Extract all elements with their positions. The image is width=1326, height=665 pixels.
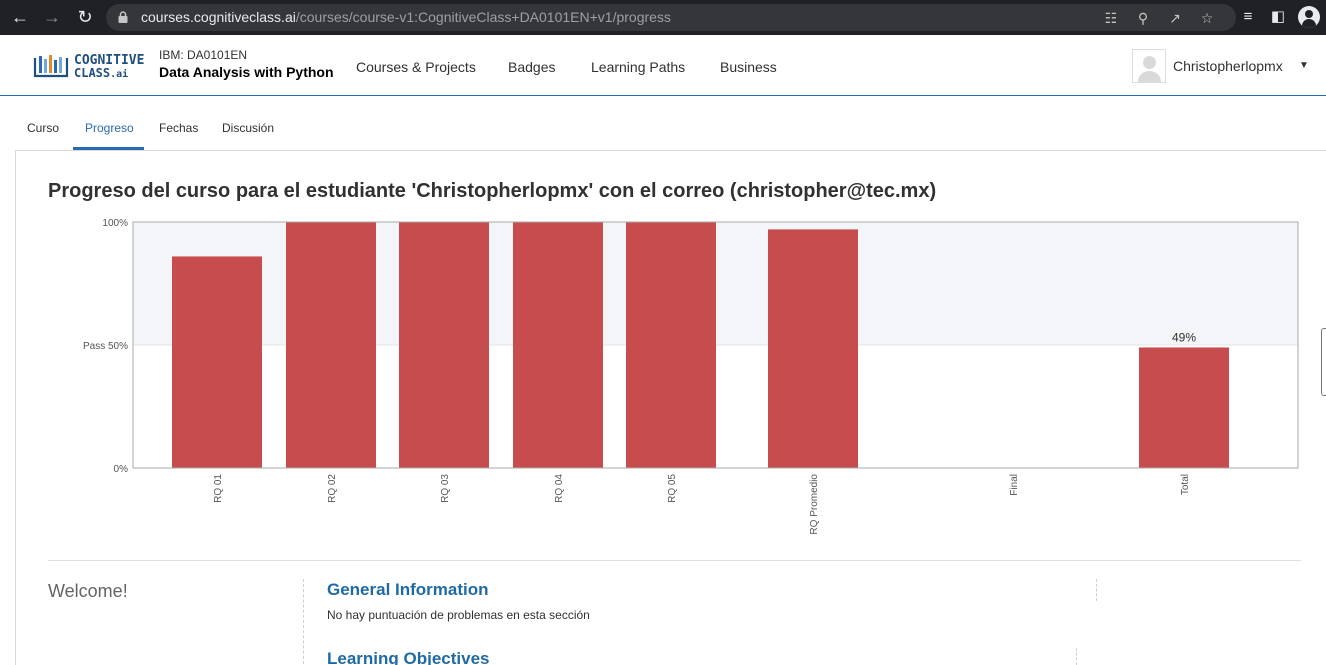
- chapter-separator: [303, 579, 304, 665]
- section-score-note: No hay puntuación de problemas en esta s…: [327, 608, 590, 622]
- course-tabs: Curso Progreso Fechas Discusión: [0, 97, 1326, 150]
- x-tick-label: RQ 03: [440, 474, 451, 503]
- forward-icon[interactable]: →: [41, 6, 63, 28]
- tab-curso[interactable]: Curso: [27, 121, 59, 135]
- nav-business[interactable]: Business: [720, 59, 777, 75]
- tab-fechas[interactable]: Fechas: [159, 121, 198, 135]
- logo-text-suffix: .ai: [110, 69, 129, 80]
- x-tick-label: Total: [1180, 474, 1191, 495]
- bookmark-star-icon[interactable]: ☆: [1198, 9, 1216, 27]
- reading-list-icon[interactable]: ≡: [1237, 6, 1259, 28]
- x-tick-label: RQ Promedio: [809, 474, 820, 535]
- side-panel-icon[interactable]: ◧: [1267, 6, 1289, 28]
- bar-rq-01: [172, 256, 262, 468]
- y-tick-label: 100%: [102, 218, 128, 229]
- profile-icon[interactable]: [1298, 6, 1320, 28]
- section-title-general-information[interactable]: General Information: [327, 580, 489, 600]
- data-label-total: 49%: [1172, 330, 1196, 344]
- course-title: Data Analysis with Python: [159, 64, 334, 80]
- username[interactable]: Christopherlopmx: [1173, 58, 1283, 74]
- site-header: COGNITIVE CLASS.ai IBM: DA0101EN Data An…: [0, 35, 1326, 96]
- x-tick-label: Final: [1009, 474, 1020, 496]
- address-bar[interactable]: courses.cognitiveclass.ai/courses/course…: [106, 4, 1236, 31]
- bar-rq-02: [286, 222, 376, 468]
- x-tick-label: RQ 05: [667, 474, 678, 503]
- section-divider: [48, 560, 1301, 561]
- x-tick-label: RQ 01: [213, 474, 224, 503]
- section-title-learning-objectives[interactable]: Learning Objectives: [327, 649, 490, 665]
- nav-learning-paths[interactable]: Learning Paths: [591, 59, 685, 75]
- bar-rq-03: [399, 222, 489, 468]
- url-text: courses.cognitiveclass.ai/courses/course…: [141, 4, 671, 31]
- y-tick-label: Pass 50%: [83, 341, 128, 352]
- nav-courses-projects[interactable]: Courses & Projects: [356, 59, 476, 75]
- bar-rq-05: [626, 222, 716, 468]
- share-icon[interactable]: ↗: [1166, 9, 1184, 27]
- tab-progreso[interactable]: Progreso: [85, 121, 134, 135]
- user-avatar[interactable]: [1132, 49, 1166, 83]
- reload-icon[interactable]: ↻: [74, 6, 96, 28]
- bar-total: [1139, 347, 1229, 468]
- chapter-name: Welcome!: [48, 581, 128, 601]
- logo-text-line2: CLASS.ai: [74, 66, 128, 80]
- logo-mark-icon: [33, 55, 69, 78]
- page-scrollbar-edge[interactable]: [1321, 328, 1326, 396]
- x-tick-label: RQ 02: [327, 474, 338, 503]
- lock-icon: [118, 11, 128, 23]
- course-org: IBM: DA0101EN: [159, 48, 248, 62]
- translate-icon[interactable]: ☷: [1102, 9, 1120, 27]
- grade-chart: 0% Pass 50% 100% RQ 01 RQ 02 RQ 03 RQ 04 RQ 05 R…: [83, 218, 1299, 535]
- url-host: courses.cognitiveclass.ai: [141, 9, 296, 25]
- nav-badges[interactable]: Badges: [508, 59, 555, 75]
- bar-rq-promedio: [768, 229, 858, 468]
- zoom-icon[interactable]: ⚲: [1134, 9, 1152, 27]
- back-icon[interactable]: ←: [9, 6, 31, 28]
- user-menu-caret-icon[interactable]: ▼: [1299, 60, 1309, 71]
- bar-rq-04: [513, 222, 603, 468]
- logo-text-class: CLASS: [74, 66, 111, 80]
- browser-toolbar: ← → ↻ courses.cognitiveclass.ai/courses/…: [0, 0, 1326, 35]
- y-tick-label: 0%: [114, 464, 129, 475]
- tab-discusion[interactable]: Discusión: [222, 121, 274, 135]
- section-separator: [1096, 579, 1097, 601]
- cognitive-class-logo[interactable]: COGNITIVE CLASS.ai: [33, 52, 144, 82]
- x-tick-label: RQ 04: [554, 474, 565, 503]
- section-separator: [1076, 648, 1077, 665]
- url-path: /courses/course-v1:CognitiveClass+DA0101…: [295, 9, 671, 25]
- progress-heading: Progreso del curso para el estudiante 'C…: [48, 180, 937, 202]
